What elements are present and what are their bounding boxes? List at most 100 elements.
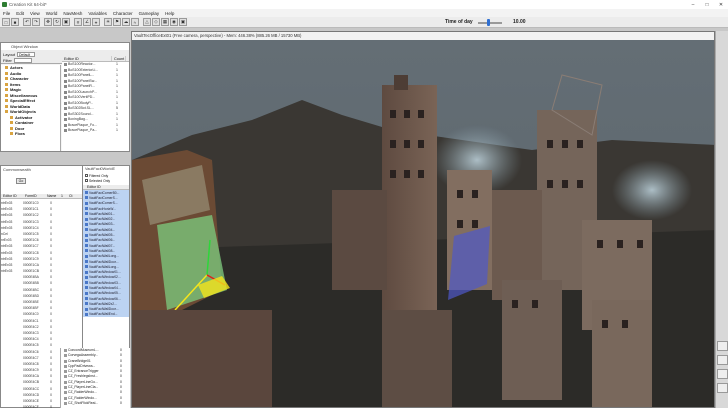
render-viewport[interactable]: VaultTecOfficeExt01 (Free camera, perspe… (131, 31, 715, 408)
time-of-day-thumb[interactable] (486, 19, 490, 26)
tree-item-label: Audio (10, 70, 22, 76)
time-of-day-slider[interactable] (478, 19, 502, 26)
cell-name-header[interactable]: Name (45, 194, 59, 198)
move-icon[interactable]: ✥ (44, 18, 52, 26)
filtered-only-box[interactable] (85, 174, 88, 177)
dock-tab-icon[interactable] (717, 355, 728, 365)
lights-icon[interactable]: ☀ (104, 18, 112, 26)
count-header[interactable]: Count (112, 56, 126, 61)
object-icon (64, 101, 67, 105)
building (132, 310, 272, 407)
reference-id: VaultFaciCornerS... (89, 201, 118, 206)
close-button[interactable]: ✕ (714, 0, 728, 9)
reference-icon (85, 260, 88, 263)
snap-angle-icon[interactable]: ∠ (83, 18, 91, 26)
object-icon (64, 359, 67, 363)
scale-icon[interactable]: ▣ (62, 18, 70, 26)
menu-view[interactable]: View (27, 11, 43, 16)
markers-icon[interactable]: ⚑ (113, 18, 121, 26)
cell-count-header[interactable]: Ct (67, 194, 75, 198)
local-space-icon[interactable]: ⌖ (92, 18, 100, 26)
list-item-id: BracePlaque_Pa... (68, 128, 98, 132)
tree-item-label: Door (15, 125, 25, 131)
tree-item-label: Activator (15, 114, 33, 120)
reference-id: VaultFaciWindow03... (89, 280, 121, 285)
selected-only-box[interactable] (85, 179, 88, 182)
object-icon (64, 96, 67, 99)
dock-tab-icon[interactable] (717, 341, 728, 351)
reference-id: VaultFaciWindow06... (89, 296, 121, 301)
reference-icon (85, 228, 88, 232)
reference-icon (85, 196, 88, 200)
tree-item-label: WorldData (10, 103, 30, 109)
camera-icon[interactable]: ◉ (170, 18, 178, 26)
reference-icon (85, 249, 88, 253)
reference-icon (85, 222, 88, 226)
menu-variables[interactable]: Variables (85, 11, 109, 16)
menu-bar: File Edit View World NavMesh Variables C… (0, 9, 728, 17)
reference-icon (85, 217, 88, 221)
menu-gameplay[interactable]: Gameplay (136, 11, 163, 16)
reference-icon (85, 281, 88, 285)
tree-item-label: Magic (10, 87, 22, 92)
list-item[interactable]: VaultFaciWallEnd... (83, 311, 129, 318)
render-icon[interactable]: ▣ (179, 18, 187, 26)
menu-character[interactable]: Character (110, 11, 136, 16)
object-icon (64, 401, 67, 405)
scene-render[interactable] (132, 40, 715, 408)
object-icon (64, 391, 67, 395)
menu-file[interactable]: File (0, 11, 13, 16)
filter-input[interactable] (13, 57, 32, 63)
rotate-icon[interactable]: ↻ (53, 18, 61, 26)
maximize-button[interactable]: □ (700, 0, 714, 9)
reference-id: VaultFaciWindow05... (89, 291, 121, 296)
collision-icon[interactable]: ◇ (152, 18, 160, 26)
object-list[interactable]: Editor ID Count BoS100Reactor... 1 BoS100E… (62, 56, 129, 151)
layout-label: Layout (3, 51, 16, 57)
object-icon (64, 375, 67, 379)
cell-col1-header[interactable]: 1 (59, 194, 67, 198)
object-icon (64, 396, 67, 400)
dock-tab-icon[interactable] (717, 383, 728, 393)
object-icon (64, 107, 67, 110)
menu-help[interactable]: Help (162, 11, 177, 16)
tree-item-label: WorldObjects (10, 109, 36, 114)
go-button[interactable]: Go (16, 178, 26, 184)
sky-icon[interactable]: ☁ (122, 18, 130, 26)
reference-list[interactable]: VaultFaciCornerB0... VaultFaciCornerS... V… (83, 190, 129, 318)
layout-select[interactable]: Default (17, 51, 36, 57)
building (382, 85, 437, 315)
wireframe-icon[interactable]: ▦ (161, 18, 169, 26)
editor-id-header[interactable]: Editor ID (62, 56, 112, 61)
reference-id: VaultFaciHorizW... (89, 206, 116, 211)
redo-icon[interactable]: ↷ (32, 18, 40, 26)
menu-world[interactable]: World (43, 11, 61, 16)
list-item[interactable]: CZ_ShotFlickReal... 0 (61, 401, 130, 406)
menu-edit[interactable]: Edit (13, 11, 27, 16)
reference-id: VaultFaciWindow02... (89, 275, 121, 280)
minimize-button[interactable]: – (686, 0, 700, 9)
menu-navmesh[interactable]: NavMesh (60, 11, 85, 16)
object-window-title: Object Window (1, 43, 129, 50)
cell-editor-id-header[interactable]: Editor ID (1, 194, 23, 198)
selected-only-checkbox[interactable]: Selected Only (83, 178, 129, 183)
object-icon (64, 386, 67, 390)
cell-formid-header[interactable]: FormID (23, 194, 45, 198)
reference-id: VaultFaciWallDoor... (89, 307, 119, 312)
dock-tab-icon[interactable] (717, 369, 728, 379)
save-icon[interactable]: ■ (11, 18, 19, 26)
reference-icon (85, 312, 88, 316)
undo-icon[interactable]: ↶ (23, 18, 31, 26)
snap-grid-icon[interactable]: # (74, 18, 82, 26)
navmesh-icon[interactable]: △ (143, 18, 151, 26)
folder-icon (5, 93, 8, 97)
object-list-lower[interactable]: ConcordMuseumL... 0 CorvegaAssembly... 0 Cra… (60, 348, 130, 408)
tree-item[interactable]: Flora (1, 131, 60, 137)
water-icon[interactable]: ≈ (131, 18, 139, 26)
object-icon (64, 129, 67, 132)
filtered-only-label: Filtered Only (89, 173, 109, 178)
list-item[interactable]: BracePlaque_Pa... 1 (62, 128, 129, 134)
cell-editor-id (1, 404, 23, 408)
open-icon[interactable]: □ (2, 18, 10, 26)
object-category-tree[interactable]: Actors Audio Character Items Magic Miscellane… (1, 65, 61, 151)
